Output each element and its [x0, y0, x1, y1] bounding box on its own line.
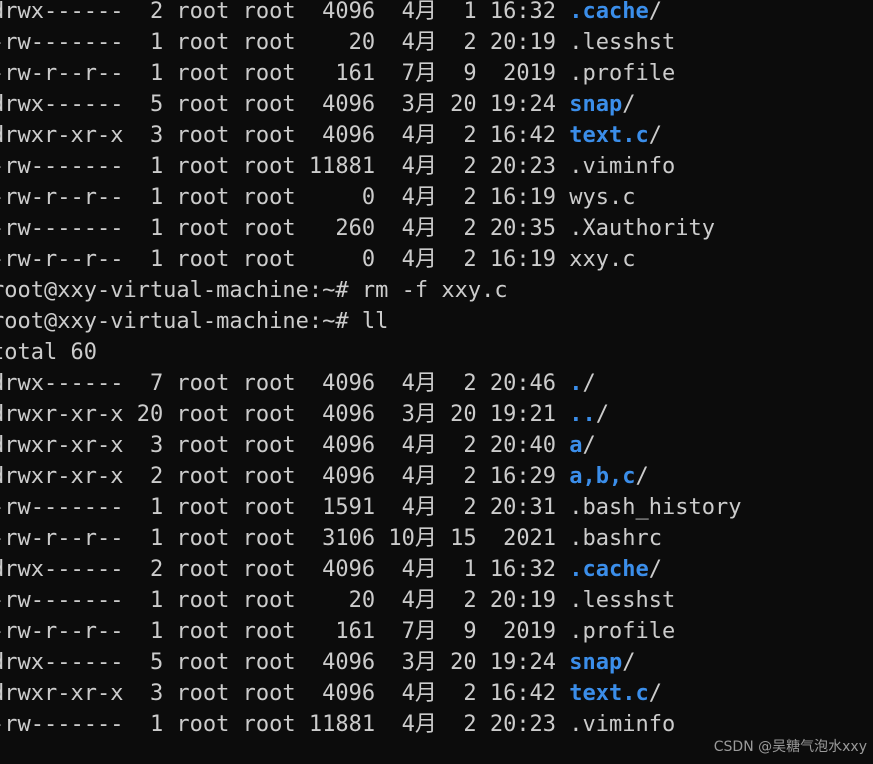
- listing-row: drwx------ 2 root root 4096 4月 1 16:32 .…: [0, 554, 873, 585]
- directory-name: text.c: [569, 681, 649, 706]
- file-attributes: drwx------ 7 root root 4096 4月 2 20:46: [0, 371, 570, 396]
- file-attributes: -rw------- 1 root root 20 4月 2 20:19: [0, 30, 570, 55]
- directory-name: .: [569, 371, 583, 396]
- csdn-watermark: CSDN @吴糖气泡水xxy: [713, 739, 867, 755]
- listing-row: drwxr-xr-x 2 root root 4096 4月 2 16:29 a…: [0, 461, 873, 492]
- directory-name: snap: [569, 650, 623, 675]
- listing-row: drwxr-xr-x 20 root root 4096 3月 20 19:21…: [0, 399, 873, 430]
- directory-slash: /: [582, 433, 596, 458]
- file-attributes: drwx------ 2 root root 4096 4月 1 16:32: [0, 0, 570, 24]
- file-name: .bash_history: [569, 495, 742, 520]
- file-attributes: -rw-r--r-- 1 root root 0 4月 2 16:19: [0, 247, 570, 272]
- directory-slash: /: [648, 681, 663, 706]
- file-attributes: -rw------- 1 root root 20 4月 2 20:19: [0, 588, 570, 613]
- file-attributes: -rw------- 1 root root 1591 4月 2 20:31: [0, 495, 570, 520]
- directory-name: a,b,c: [569, 464, 636, 489]
- directory-slash: /: [648, 557, 663, 582]
- file-attributes: -rw-r--r-- 1 root root 0 4月 2 16:19: [0, 185, 570, 210]
- file-name: .profile: [569, 619, 676, 644]
- listing-row: drwx------ 2 root root 4096 4月 1 16:32 .…: [0, 0, 873, 27]
- directory-name: ..: [569, 402, 596, 427]
- directory-slash: /: [648, 123, 663, 148]
- output-line: total 60: [0, 340, 97, 365]
- listing-row: -rw-r--r-- 1 root root 0 4月 2 16:19 wys.…: [0, 182, 873, 213]
- file-attributes: -rw-r--r-- 1 root root 161 7月 9 2019: [0, 61, 570, 86]
- listing-row: drwx------ 5 root root 4096 3月 20 19:24 …: [0, 89, 873, 120]
- directory-slash: /: [595, 402, 610, 427]
- command-prompt-line: root@xxy-virtual-machine:~# rm -f xxy.c: [0, 278, 508, 303]
- listing-row: drwxr-xr-x 3 root root 4096 4月 2 16:42 t…: [0, 120, 873, 151]
- file-attributes: drwxr-xr-x 20 root root 4096 3月 20 19:21: [0, 402, 570, 427]
- file-name: .profile: [569, 61, 676, 86]
- listing-row: drwx------ 7 root root 4096 4月 2 20:46 .…: [0, 368, 873, 399]
- directory-slash: /: [622, 92, 636, 117]
- file-attributes: -rw------- 1 root root 11881 4月 2 20:23: [0, 154, 570, 179]
- file-name: .bashrc: [569, 526, 663, 551]
- file-name: .lesshst: [569, 588, 676, 613]
- listing-row: -rw------- 1 root root 260 4月 2 20:35 .X…: [0, 213, 873, 244]
- listing-row: -rw-r--r-- 1 root root 3106 10月 15 2021 …: [0, 523, 873, 554]
- listing-row: drwxr-xr-x 3 root root 4096 4月 2 20:40 a…: [0, 430, 873, 461]
- file-name: xxy.c: [569, 247, 636, 272]
- file-attributes: -rw------- 1 root root 11881 4月 2 20:23: [0, 712, 570, 737]
- listing-row: -rw-r--r-- 1 root root 161 7月 9 2019 .pr…: [0, 58, 873, 89]
- terminal-output[interactable]: drwx------ 2 root root 4096 4月 1 16:32 .…: [0, 0, 873, 740]
- directory-slash: /: [582, 371, 596, 396]
- file-attributes: drwx------ 2 root root 4096 4月 1 16:32: [0, 557, 570, 582]
- file-attributes: -rw-r--r-- 1 root root 161 7月 9 2019: [0, 619, 570, 644]
- file-name: .viminfo: [569, 154, 676, 179]
- directory-name: a: [569, 433, 583, 458]
- listing-row: -rw------- 1 root root 20 4月 2 20:19 .le…: [0, 27, 873, 58]
- file-attributes: drwxr-xr-x 3 root root 4096 4月 2 20:40: [0, 433, 570, 458]
- listing-row: -rw------- 1 root root 20 4月 2 20:19 .le…: [0, 585, 873, 616]
- directory-name: .cache: [569, 557, 649, 582]
- listing-row: drwx------ 5 root root 4096 3月 20 19:24 …: [0, 647, 873, 678]
- file-name: .Xauthority: [569, 216, 715, 241]
- file-name: .lesshst: [569, 30, 676, 55]
- file-attributes: drwx------ 5 root root 4096 3月 20 19:24: [0, 92, 570, 117]
- file-attributes: drwx------ 5 root root 4096 3月 20 19:24: [0, 650, 570, 675]
- directory-slash: /: [635, 464, 649, 489]
- directory-slash: /: [622, 650, 636, 675]
- listing-row: -rw------- 1 root root 11881 4月 2 20:23 …: [0, 151, 873, 182]
- listing-row: drwxr-xr-x 3 root root 4096 4月 2 16:42 t…: [0, 678, 873, 709]
- directory-name: .cache: [569, 0, 649, 24]
- directory-name: snap: [569, 92, 623, 117]
- file-attributes: -rw------- 1 root root 260 4月 2 20:35: [0, 216, 570, 241]
- file-attributes: drwxr-xr-x 3 root root 4096 4月 2 16:42: [0, 681, 570, 706]
- file-name: wys.c: [569, 185, 636, 210]
- command-prompt-line: root@xxy-virtual-machine:~# ll: [0, 309, 389, 334]
- listing-row: -rw-r--r-- 1 root root 0 4月 2 16:19 xxy.…: [0, 244, 873, 275]
- listing-row: -rw-r--r-- 1 root root 161 7月 9 2019 .pr…: [0, 616, 873, 647]
- file-attributes: drwxr-xr-x 2 root root 4096 4月 2 16:29: [0, 464, 570, 489]
- listing-row: -rw------- 1 root root 1591 4月 2 20:31 .…: [0, 492, 873, 523]
- file-attributes: drwxr-xr-x 3 root root 4096 4月 2 16:42: [0, 123, 570, 148]
- directory-name: text.c: [569, 123, 649, 148]
- file-attributes: -rw-r--r-- 1 root root 3106 10月 15 2021: [0, 526, 570, 551]
- directory-slash: /: [648, 0, 663, 24]
- file-name: .viminfo: [569, 712, 676, 737]
